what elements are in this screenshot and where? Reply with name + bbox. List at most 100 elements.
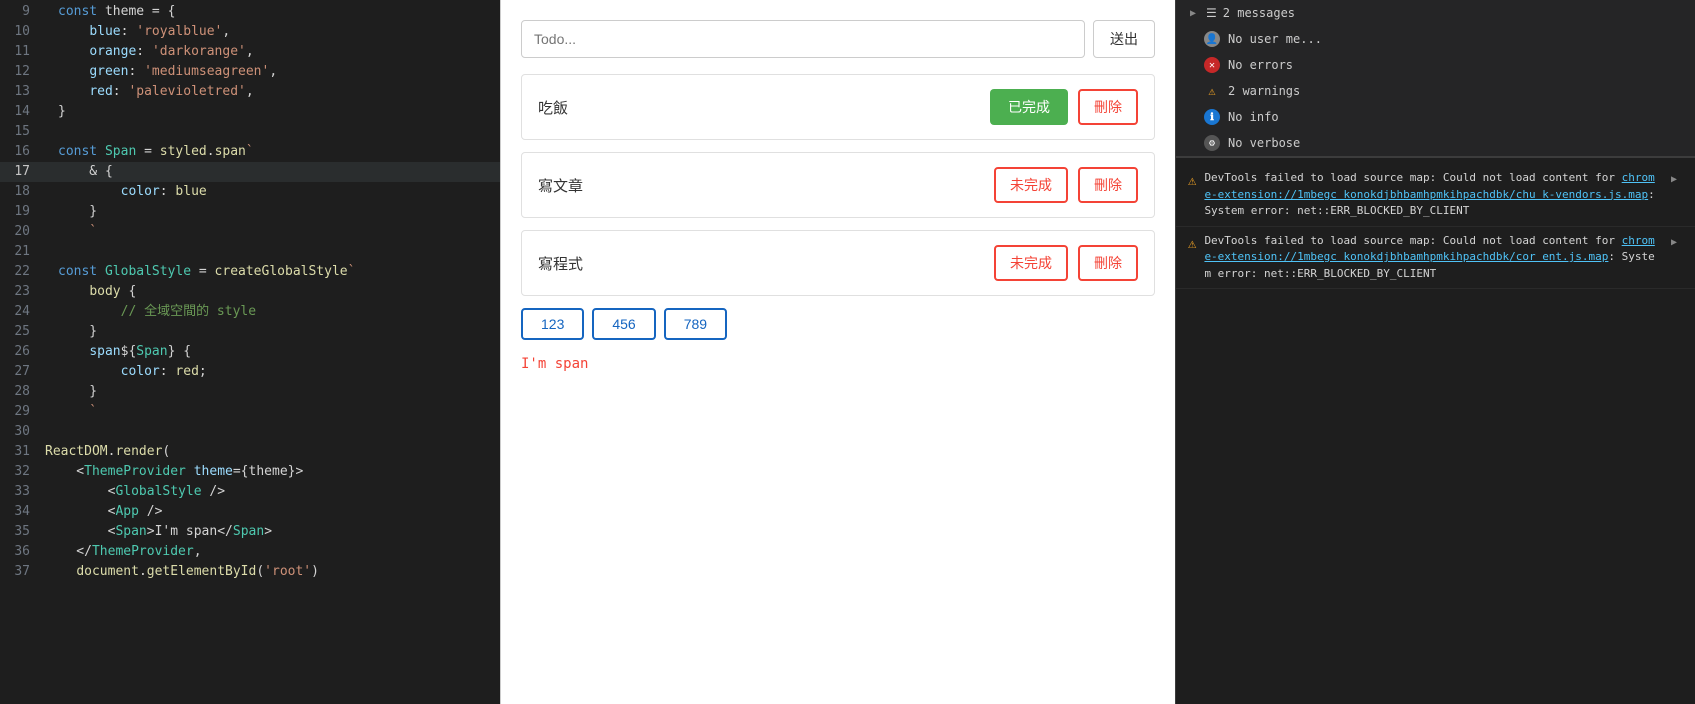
code-line: 23 body { <box>0 282 500 302</box>
warning-icon: ⚠ <box>1188 171 1196 192</box>
line-content: red: 'palevioletred', <box>58 82 500 102</box>
expand-arrow[interactable]: ▶ <box>1665 170 1683 189</box>
code-lines: 9const theme = {10 blue: 'royalblue',11 … <box>0 0 500 582</box>
expand-arrow[interactable]: ▶ <box>1665 233 1683 252</box>
error-icon: ✕ <box>1204 57 1220 73</box>
warning-icon: ⚠ <box>1188 234 1196 255</box>
line-content: const Span = styled.span` <box>58 142 500 162</box>
delete-button[interactable]: 刪除 <box>1078 89 1138 125</box>
line-content: color: red; <box>58 362 500 382</box>
todo-text: 寫程式 <box>538 253 994 274</box>
console-item-label: No errors <box>1228 58 1293 72</box>
line-content: const theme = { <box>58 2 500 22</box>
code-line: 29 ` <box>0 402 500 422</box>
console-item[interactable]: ⚠ 2 warnings <box>1176 78 1695 104</box>
line-number: 30 <box>0 422 42 442</box>
line-number: 33 <box>0 482 42 502</box>
error-entry: ⚠ DevTools failed to load source map: Cou… <box>1176 227 1695 290</box>
line-number: 10 <box>0 22 42 42</box>
line-number: 11 <box>0 42 42 62</box>
todo-text: 寫文章 <box>538 175 994 196</box>
line-number: 21 <box>0 242 42 262</box>
line-content: // 全域空間的 style <box>58 302 500 322</box>
code-line: 12 green: 'mediumseagreen', <box>0 62 500 82</box>
console-item-label: No verbose <box>1228 136 1300 150</box>
done-button[interactable]: 已完成 <box>990 89 1068 125</box>
code-line: 33 <GlobalStyle /> <box>0 482 500 502</box>
line-number: 31 <box>0 442 42 462</box>
code-line: 15 <box>0 122 500 142</box>
line-number: 23 <box>0 282 42 302</box>
messages-icon: ☰ <box>1206 6 1217 20</box>
console-item[interactable]: ℹNo info <box>1176 104 1695 130</box>
console-item-label: 2 warnings <box>1228 84 1300 98</box>
code-line: 32 <ThemeProvider theme={theme}> <box>0 462 500 482</box>
code-line: 11 orange: 'darkorange', <box>0 42 500 62</box>
code-line: 28 } <box>0 382 500 402</box>
todo-input[interactable] <box>521 20 1085 58</box>
code-line: 36 </ThemeProvider, <box>0 542 500 562</box>
line-number: 9 <box>0 2 42 22</box>
span-text-display: I'm span <box>521 356 1155 372</box>
line-number: 14 <box>0 102 42 122</box>
code-line: 26 span${Span} { <box>0 342 500 362</box>
line-number: 35 <box>0 522 42 542</box>
pagination: 123456 789 <box>521 308 1155 340</box>
code-line: 19 } <box>0 202 500 222</box>
delete-button[interactable]: 刪除 <box>1078 167 1138 203</box>
line-content: } <box>58 102 500 122</box>
incomplete-button[interactable]: 未完成 <box>994 167 1068 203</box>
line-content: orange: 'darkorange', <box>58 42 500 62</box>
code-line: 22const GlobalStyle = createGlobalStyle` <box>0 262 500 282</box>
line-number: 26 <box>0 342 42 362</box>
code-line: 24 // 全域空間的 style <box>0 302 500 322</box>
line-number: 24 <box>0 302 42 322</box>
code-line: 10 blue: 'royalblue', <box>0 22 500 42</box>
line-content: <Span>I'm span</Span> <box>45 522 500 542</box>
code-line: 31ReactDOM.render( <box>0 442 500 462</box>
error-log: ⚠ DevTools failed to load source map: Cou… <box>1176 158 1695 704</box>
todo-text: 吃飯 <box>538 97 990 118</box>
code-line: 37 document.getElementById('root') <box>0 562 500 582</box>
line-content: span${Span} { <box>58 342 500 362</box>
todo-item: 寫文章未完成刪除 <box>521 152 1155 218</box>
page-button[interactable]: 789 <box>664 308 727 340</box>
code-line: 14} <box>0 102 500 122</box>
line-number: 13 <box>0 82 42 102</box>
incomplete-button[interactable]: 未完成 <box>994 245 1068 281</box>
code-line: 27 color: red; <box>0 362 500 382</box>
code-line: 34 <App /> <box>0 502 500 522</box>
code-line: 13 red: 'palevioletred', <box>0 82 500 102</box>
error-text: DevTools failed to load source map: Coul… <box>1204 233 1657 283</box>
line-content: ` <box>58 222 500 242</box>
console-item[interactable]: ⚙No verbose <box>1176 130 1695 156</box>
line-number: 25 <box>0 322 42 342</box>
line-number: 16 <box>0 142 42 162</box>
line-number: 22 <box>0 262 42 282</box>
messages-label: 2 messages <box>1223 6 1295 20</box>
warning-icon: ⚠ <box>1204 83 1220 99</box>
page-button[interactable]: 456 <box>592 308 655 340</box>
console-item[interactable]: ✕ No errors <box>1176 52 1695 78</box>
line-number: 37 <box>0 562 42 582</box>
line-number: 28 <box>0 382 42 402</box>
error-entry: ⚠DevTools failed to load source map: Cou… <box>1176 164 1695 227</box>
user-icon: 👤 <box>1204 31 1220 47</box>
line-number: 15 <box>0 122 42 142</box>
console-item-label: No info <box>1228 110 1279 124</box>
page-button[interactable]: 123 <box>521 308 584 340</box>
submit-button[interactable]: 送出 <box>1093 20 1155 58</box>
line-content: </ThemeProvider, <box>45 542 500 562</box>
messages-section-header[interactable]: ▶ ☰ 2 messages <box>1176 0 1695 26</box>
line-content: blue: 'royalblue', <box>58 22 500 42</box>
code-line: 9 const theme = { <box>0 2 500 22</box>
console-item[interactable]: 👤No user me... <box>1176 26 1695 52</box>
todo-list: 吃飯已完成刪除寫文章未完成刪除寫程式未完成刪除 <box>521 74 1155 296</box>
todo-item: 吃飯已完成刪除 <box>521 74 1155 140</box>
line-content: ` <box>58 402 500 422</box>
line-number: 36 <box>0 542 42 562</box>
code-editor: 9const theme = {10 blue: 'royalblue',11 … <box>0 0 500 704</box>
code-line: 30 <box>0 422 500 442</box>
line-content: body { <box>58 282 500 302</box>
delete-button[interactable]: 刪除 <box>1078 245 1138 281</box>
